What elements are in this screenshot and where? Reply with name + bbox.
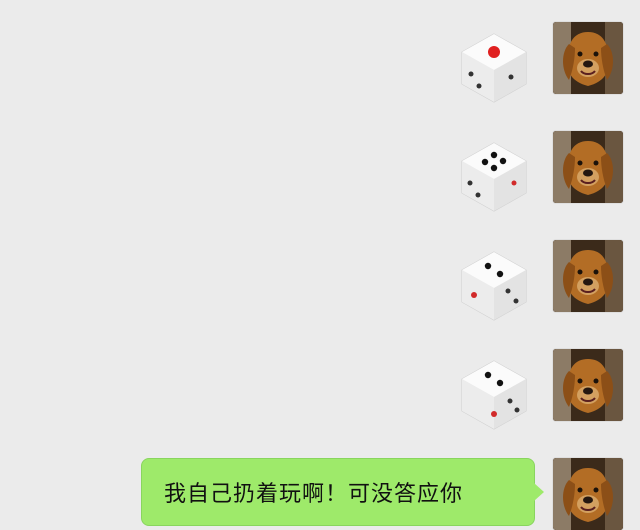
- golden-retriever-avatar[interactable]: [553, 458, 623, 530]
- message-row-text: 我自己扔着玩啊！可没答应你: [0, 458, 640, 530]
- dice-sticker-face-2-b[interactable]: [456, 357, 532, 431]
- dice-face-four-icon: [461, 142, 527, 212]
- dice-face-two-icon: [461, 360, 527, 430]
- text-message-bubble[interactable]: 我自己扔着玩啊！可没答应你: [141, 458, 535, 526]
- dog-avatar-icon: [553, 240, 623, 312]
- dice-sticker-face-1[interactable]: [456, 30, 532, 104]
- dog-avatar-icon: [553, 22, 623, 94]
- chat-window: 我自己扔着玩啊！可没答应你: [0, 0, 640, 530]
- dice-sticker-face-2[interactable]: [456, 248, 532, 322]
- message-text: 我自己扔着玩啊！可没答应你: [164, 482, 464, 507]
- bubble-tail: [534, 483, 544, 501]
- dice-face-two-icon: [461, 251, 527, 321]
- golden-retriever-avatar[interactable]: [553, 131, 623, 203]
- golden-retriever-avatar[interactable]: [553, 349, 623, 421]
- dog-avatar-icon: [553, 131, 623, 203]
- message-row-dice-1: [0, 22, 640, 104]
- dice-face-one-icon: [461, 33, 527, 103]
- golden-retriever-avatar[interactable]: [553, 240, 623, 312]
- message-row-dice-4: [0, 349, 640, 431]
- dog-avatar-icon: [553, 349, 623, 421]
- dog-avatar-icon: [553, 458, 623, 530]
- golden-retriever-avatar[interactable]: [553, 22, 623, 94]
- message-row-dice-3: [0, 240, 640, 322]
- dice-sticker-face-4[interactable]: [456, 139, 532, 213]
- message-row-dice-2: [0, 131, 640, 213]
